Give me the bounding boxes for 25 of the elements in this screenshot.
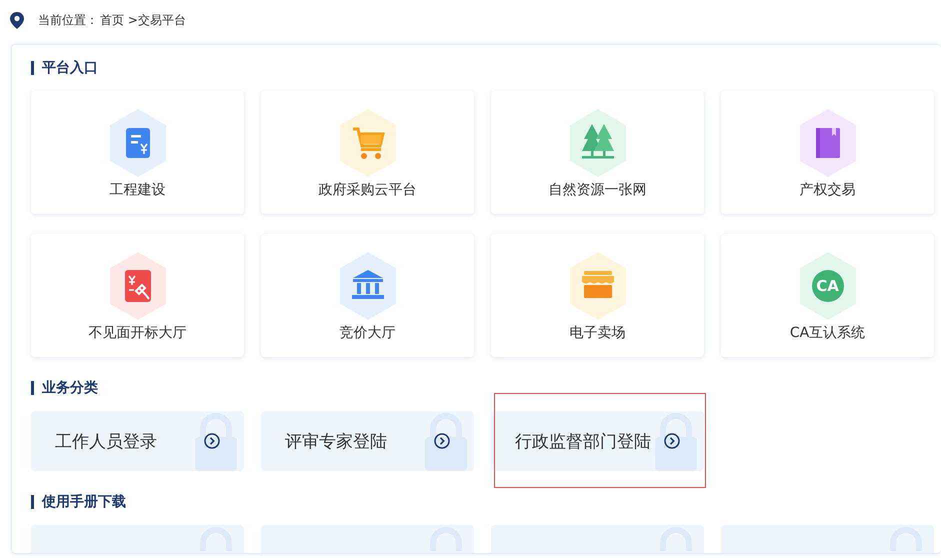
arrow-circle-icon bbox=[664, 433, 680, 449]
platform-tile[interactable]: 不见面开标大厅 bbox=[31, 234, 244, 357]
arrow-circle-icon bbox=[434, 433, 450, 449]
login-card[interactable]: 评审专家登陆 bbox=[261, 411, 474, 471]
platform-tile[interactable]: 产权交易 bbox=[721, 91, 934, 214]
platform-tile[interactable]: 自然资源一张网 bbox=[491, 91, 704, 214]
login-card[interactable]: 行政监督部门登陆 bbox=[491, 411, 704, 471]
breadcrumb-path[interactable]: 首页 >交易平台 bbox=[100, 12, 186, 28]
download-card[interactable] bbox=[491, 525, 704, 553]
download-card[interactable] bbox=[721, 525, 934, 553]
location-pin-icon bbox=[10, 12, 24, 28]
login-card[interactable]: 工作人员登录 bbox=[31, 411, 244, 471]
download-card[interactable] bbox=[31, 525, 244, 553]
arrow-circle-icon bbox=[204, 433, 220, 449]
breadcrumb-label: 当前位置： bbox=[38, 12, 98, 28]
section-title: 业务分类 bbox=[31, 381, 941, 395]
platform-tile[interactable]: 工程建设 bbox=[31, 91, 244, 214]
platform-tile[interactable]: 电子卖场 bbox=[491, 234, 704, 357]
platform-tile[interactable]: 政府采购云平台 bbox=[261, 91, 474, 214]
icon-label: CA bbox=[815, 277, 840, 295]
section-title: 使用手册下载 bbox=[31, 495, 941, 509]
section-title: 平台入口 bbox=[31, 61, 941, 75]
platform-tile[interactable]: 竞价大厅 bbox=[261, 234, 474, 357]
download-card[interactable] bbox=[261, 525, 474, 553]
platform-tile[interactable]: CA CA互认系统 bbox=[721, 234, 934, 357]
